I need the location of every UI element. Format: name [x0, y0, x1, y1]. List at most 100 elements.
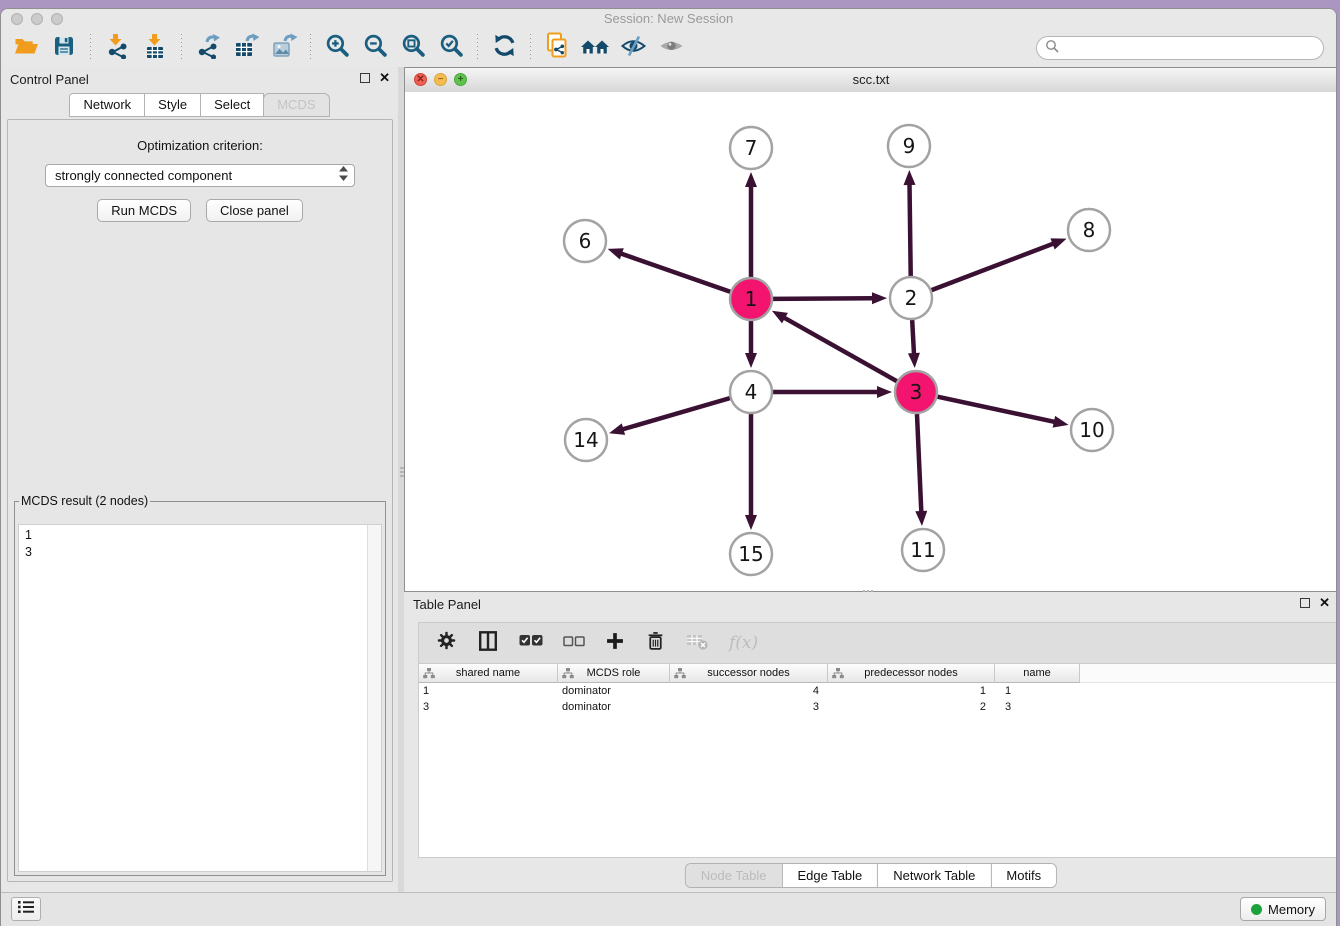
node-1[interactable]: 1	[730, 278, 772, 320]
delete-column-button[interactable]	[686, 631, 709, 656]
edge-1-7[interactable]	[745, 172, 757, 277]
zoom-out-button[interactable]	[356, 32, 394, 64]
task-history-button[interactable]	[11, 897, 41, 921]
import-table-button[interactable]	[136, 32, 174, 64]
table-row[interactable]: 1dominator411	[419, 683, 1337, 699]
zoom-in-button[interactable]	[318, 32, 356, 64]
svg-text:9: 9	[903, 134, 916, 158]
tab-edge-table[interactable]: Edge Table	[781, 864, 877, 887]
export-network-icon	[195, 33, 221, 64]
table-row[interactable]: 3dominator323	[419, 699, 1337, 715]
tab-select[interactable]: Select	[200, 93, 264, 117]
function-icon: f(x)	[729, 633, 758, 653]
vertical-splitter-grip[interactable]	[399, 465, 404, 479]
save-session-button[interactable]	[45, 32, 83, 64]
table-cell: 1	[828, 685, 995, 697]
close-table-panel-button[interactable]: ✕	[1319, 597, 1330, 609]
tab-network[interactable]: Network	[69, 93, 145, 117]
network-titlebar: ✕ − + scc.txt	[405, 68, 1337, 93]
unselect-all-columns-button[interactable]	[563, 634, 585, 653]
edge-4-15[interactable]	[745, 414, 757, 530]
close-panel-button-2[interactable]: Close panel	[206, 199, 303, 222]
edge-3-10[interactable]	[938, 397, 1069, 428]
edge-2-3[interactable]	[908, 320, 920, 368]
memory-label: Memory	[1268, 902, 1315, 917]
import-network-button[interactable]	[98, 32, 136, 64]
duplicate-network-button[interactable]	[538, 32, 576, 64]
houses-button[interactable]	[576, 32, 614, 64]
tab-node-table[interactable]: Node Table	[686, 864, 782, 887]
gear-icon	[436, 630, 457, 656]
node-7[interactable]: 7	[730, 127, 772, 169]
delete-column-icon	[686, 631, 709, 656]
select-all-columns-button[interactable]	[519, 633, 543, 653]
result-scrollbar[interactable]	[367, 525, 381, 871]
folder-open-icon	[13, 34, 40, 63]
node-14[interactable]: 14	[565, 419, 607, 461]
node-table[interactable]: shared nameMCDS rolesuccessor nodesprede…	[418, 663, 1337, 858]
node-4[interactable]: 4	[730, 371, 772, 413]
edge-2-8[interactable]	[932, 238, 1067, 290]
table-settings-button[interactable]	[436, 630, 457, 656]
function-builder-button[interactable]: f(x)	[729, 633, 758, 653]
unchecked-boxes-icon	[563, 634, 585, 653]
column-header-shared-name[interactable]: shared name	[419, 664, 558, 683]
tab-mcds[interactable]: MCDS	[263, 93, 329, 117]
table-cell: 4	[670, 685, 828, 697]
network-title: scc.txt	[405, 72, 1337, 87]
create-column-button[interactable]	[605, 631, 625, 656]
tab-network-table[interactable]: Network Table	[877, 864, 990, 887]
show-columns-button[interactable]	[477, 630, 499, 657]
zoom-selected-icon	[439, 33, 464, 63]
node-11[interactable]: 11	[902, 529, 944, 571]
column-header-successor-nodes[interactable]: successor nodes	[670, 664, 828, 683]
table-cell: 1	[419, 685, 558, 697]
node-2[interactable]: 2	[890, 277, 932, 319]
export-table-button[interactable]	[227, 32, 265, 64]
tab-motifs[interactable]: Motifs	[990, 864, 1056, 887]
edge-1-4[interactable]	[745, 321, 757, 368]
mcds-result-area[interactable]: 1 3	[18, 524, 382, 872]
close-panel-button[interactable]: ✕	[379, 72, 390, 84]
float-panel-button[interactable]	[360, 73, 370, 83]
edge-3-1[interactable]	[772, 311, 897, 381]
trash-icon	[645, 630, 666, 657]
edge-1-2[interactable]	[773, 292, 887, 304]
delete-row-button[interactable]	[645, 630, 666, 657]
float-table-panel-button[interactable]	[1300, 598, 1310, 608]
duplicate-network-icon	[544, 32, 570, 64]
floppy-save-icon	[52, 34, 76, 63]
memory-button[interactable]: Memory	[1240, 897, 1326, 921]
hide-eye-button[interactable]	[614, 32, 652, 64]
column-header-predecessor-nodes[interactable]: predecessor nodes	[828, 664, 995, 683]
zoom-selected-button[interactable]	[432, 32, 470, 64]
export-network-button[interactable]	[189, 32, 227, 64]
node-3[interactable]: 3	[895, 371, 937, 413]
edge-3-11[interactable]	[915, 414, 927, 526]
column-header-name[interactable]: name	[995, 664, 1080, 683]
refresh-button[interactable]	[485, 32, 523, 64]
column-header-MCDS-role[interactable]: MCDS role	[558, 664, 670, 683]
node-10[interactable]: 10	[1071, 409, 1113, 451]
node-15[interactable]: 15	[730, 533, 772, 575]
zoom-fit-button[interactable]	[394, 32, 432, 64]
eye-icon	[658, 34, 685, 63]
edge-4-3[interactable]	[773, 386, 892, 398]
node-8[interactable]: 8	[1068, 209, 1110, 251]
criterion-dropdown[interactable]: strongly connected component	[45, 164, 355, 187]
export-image-button[interactable]	[265, 32, 303, 64]
show-eye-button[interactable]	[652, 32, 690, 64]
edge-4-14[interactable]	[609, 398, 730, 435]
node-6[interactable]: 6	[564, 220, 606, 262]
run-mcds-button[interactable]: Run MCDS	[97, 199, 191, 222]
svg-text:10: 10	[1079, 418, 1104, 442]
tab-style[interactable]: Style	[144, 93, 201, 117]
open-session-button[interactable]	[7, 32, 45, 64]
network-canvas[interactable]: 7 9 6 8 1 2 4 3 14 10 15 11	[405, 92, 1337, 591]
network-graph: 7 9 6 8 1 2 4 3 14 10 15 11	[405, 92, 1337, 591]
export-image-icon	[271, 33, 298, 64]
edge-2-9[interactable]	[904, 170, 916, 276]
node-9[interactable]: 9	[888, 125, 930, 167]
search-input[interactable]	[1064, 40, 1315, 57]
edge-1-6[interactable]	[608, 248, 731, 292]
